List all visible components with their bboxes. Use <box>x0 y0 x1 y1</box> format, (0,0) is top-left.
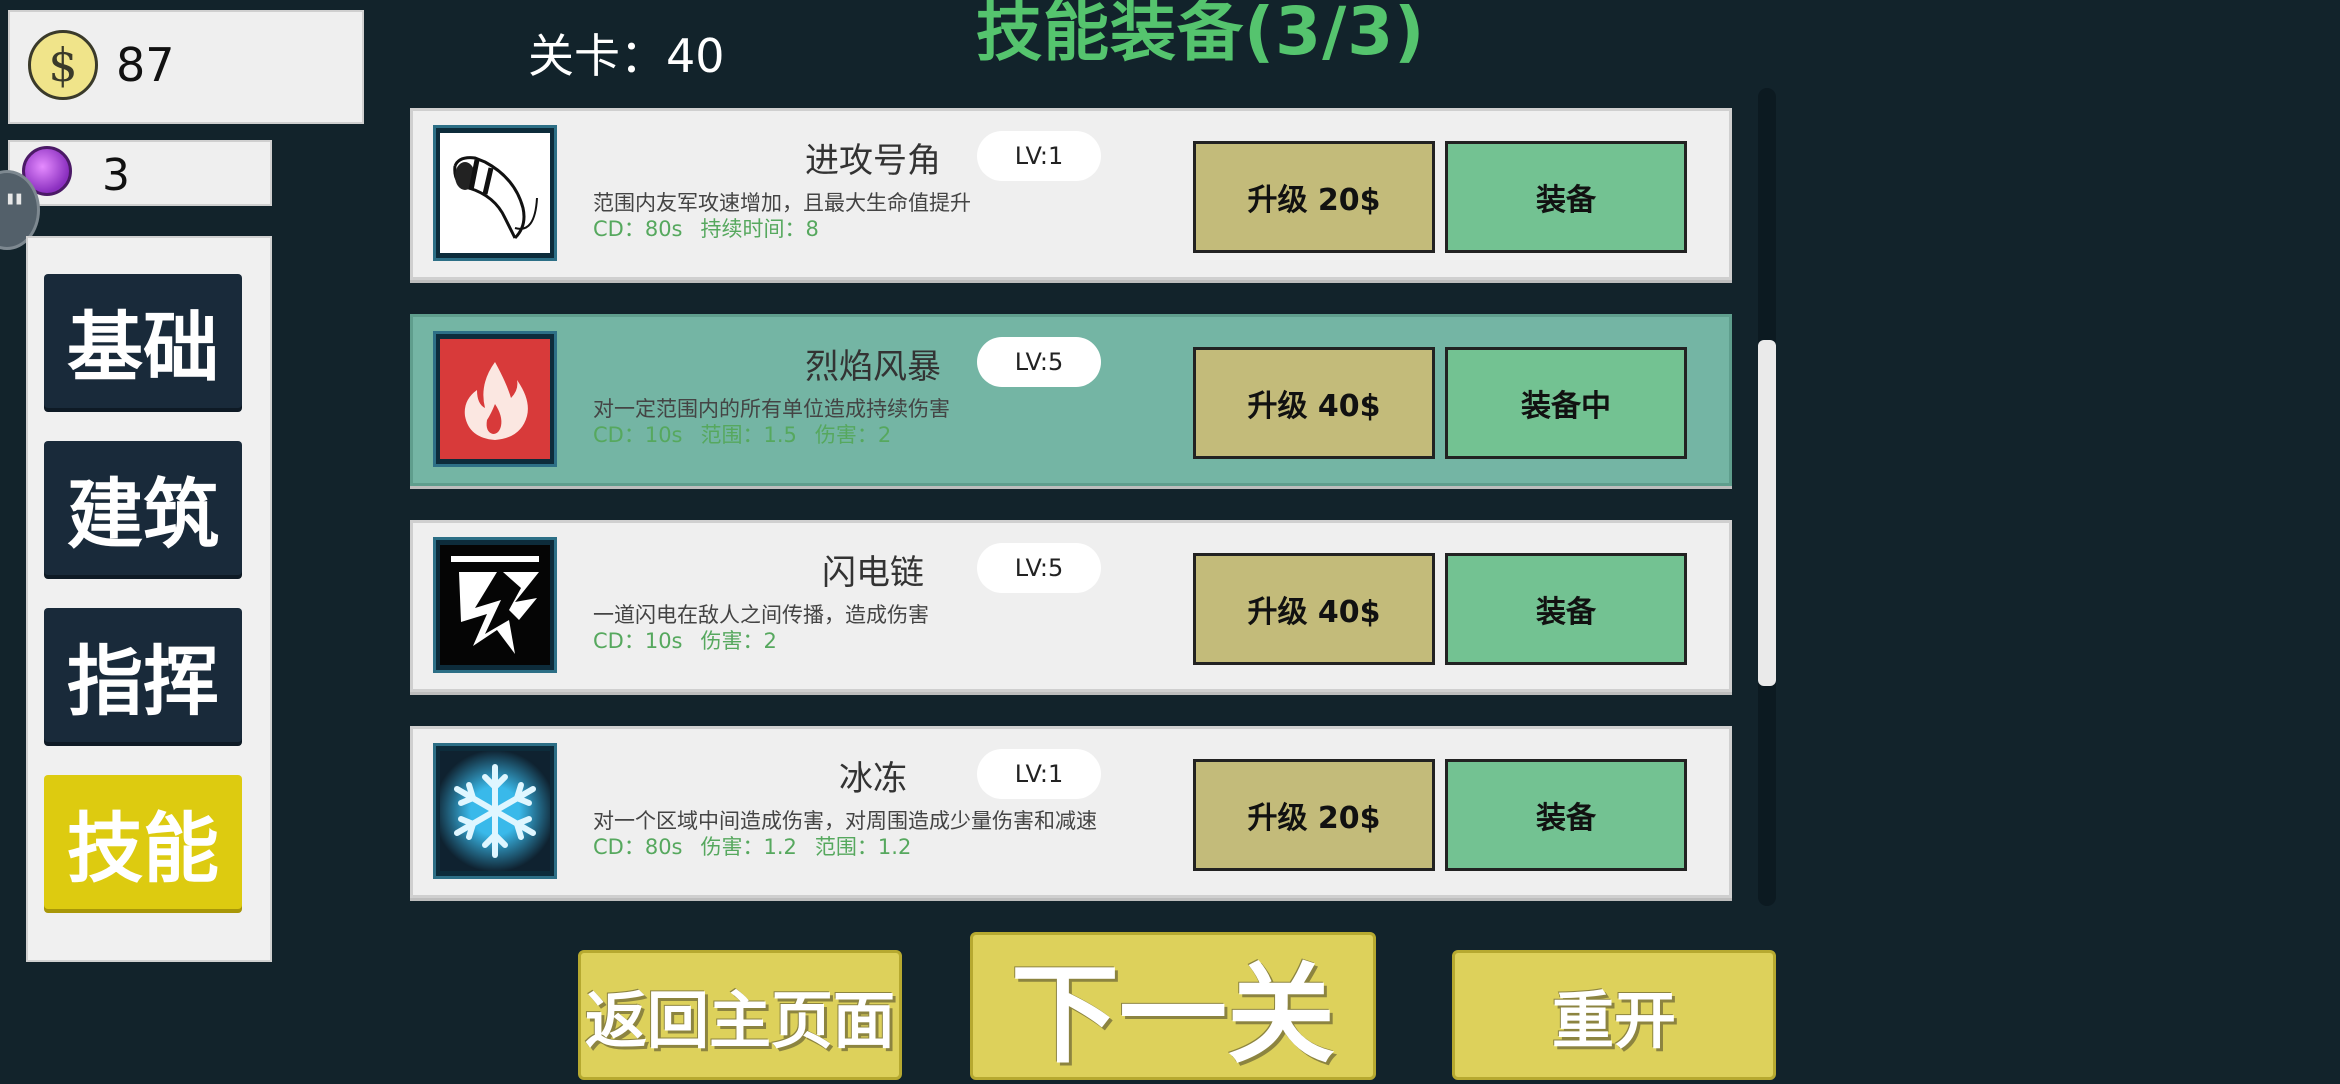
skill-row: 闪电链 LV:5 一道闪电在敌人之间传播，造成伤害 CD：10s 伤害：2 升级 … <box>410 520 1732 692</box>
equip-button[interactable]: 装备 <box>1445 759 1687 871</box>
skill-row: 冰冻 LV:1 对一个区域中间造成伤害，对周围造成少量伤害和减速 CD：80s 伤… <box>410 726 1732 898</box>
equipped-button[interactable]: 装备中 <box>1445 347 1687 459</box>
horn-icon <box>433 125 557 261</box>
skill-name: 进攻号角 <box>805 141 941 181</box>
restart-button[interactable]: 重开 <box>1452 950 1776 1080</box>
skill-stat: 范围：1.2 <box>814 835 912 859</box>
skill-row: 进攻号角 LV:1 范围内友军攻速增加，且最大生命值提升 CD：80s 持续时间：… <box>410 108 1732 280</box>
skill-level-badge: LV:1 <box>977 749 1101 799</box>
level-indicator: 关卡：40 <box>528 29 725 83</box>
upgrade-button[interactable]: 升级 40$ <box>1193 553 1435 665</box>
category-command-button[interactable]: 指挥 <box>44 608 242 742</box>
category-skill-button[interactable]: 技能 <box>44 775 242 909</box>
lightning-icon <box>433 537 557 673</box>
gem-count: 3 <box>102 150 130 201</box>
skill-row: 烈焰风暴 LV:5 对一定范围内的所有单位造成持续伤害 CD：10s 范围：1.5… <box>410 314 1732 486</box>
skill-level-badge: LV:1 <box>977 131 1101 181</box>
category-basic-button[interactable]: 基础 <box>44 274 242 408</box>
skill-stat: CD：80s <box>593 835 683 859</box>
coin-icon: $ <box>28 30 98 100</box>
skill-stat: 伤害：2 <box>814 423 892 447</box>
skill-stat: CD：80s <box>593 217 683 241</box>
skill-name: 闪电链 <box>822 553 924 593</box>
flame-icon <box>433 331 557 467</box>
scrollbar-thumb[interactable] <box>1758 340 1776 686</box>
page-title: 技能装备(3/3) <box>976 0 1426 70</box>
upgrade-button[interactable]: 升级 40$ <box>1193 347 1435 459</box>
upgrade-button[interactable]: 升级 20$ <box>1193 759 1435 871</box>
skill-stats: CD：80s 持续时间：8 <box>593 213 837 243</box>
skill-stat: CD：10s <box>593 629 683 653</box>
skill-stat: 伤害：1.2 <box>700 835 797 859</box>
skill-stats: CD：10s 范围：1.5 伤害：2 <box>593 419 909 449</box>
category-building-button[interactable]: 建筑 <box>44 441 242 575</box>
snowflake-icon <box>433 743 557 879</box>
skill-name: 冰冻 <box>839 759 907 799</box>
skill-name: 烈焰风暴 <box>805 347 941 387</box>
skill-stat: 持续时间：8 <box>700 217 819 241</box>
upgrade-button[interactable]: 升级 20$ <box>1193 141 1435 253</box>
skill-stat: 伤害：2 <box>700 629 777 653</box>
skill-level-badge: LV:5 <box>977 337 1101 387</box>
coin-count: 87 <box>116 38 175 92</box>
equip-button[interactable]: 装备 <box>1445 553 1687 665</box>
skill-stats: CD：10s 伤害：2 <box>593 625 795 655</box>
skill-stat: CD：10s <box>593 423 683 447</box>
skill-stats: CD：80s 伤害：1.2 范围：1.2 <box>593 831 929 861</box>
home-button[interactable]: 返回主页面 <box>578 950 902 1080</box>
skill-stat: 范围：1.5 <box>700 423 797 447</box>
next-level-button[interactable]: 下一关 <box>970 932 1376 1080</box>
equip-button[interactable]: 装备 <box>1445 141 1687 253</box>
skill-level-badge: LV:5 <box>977 543 1101 593</box>
